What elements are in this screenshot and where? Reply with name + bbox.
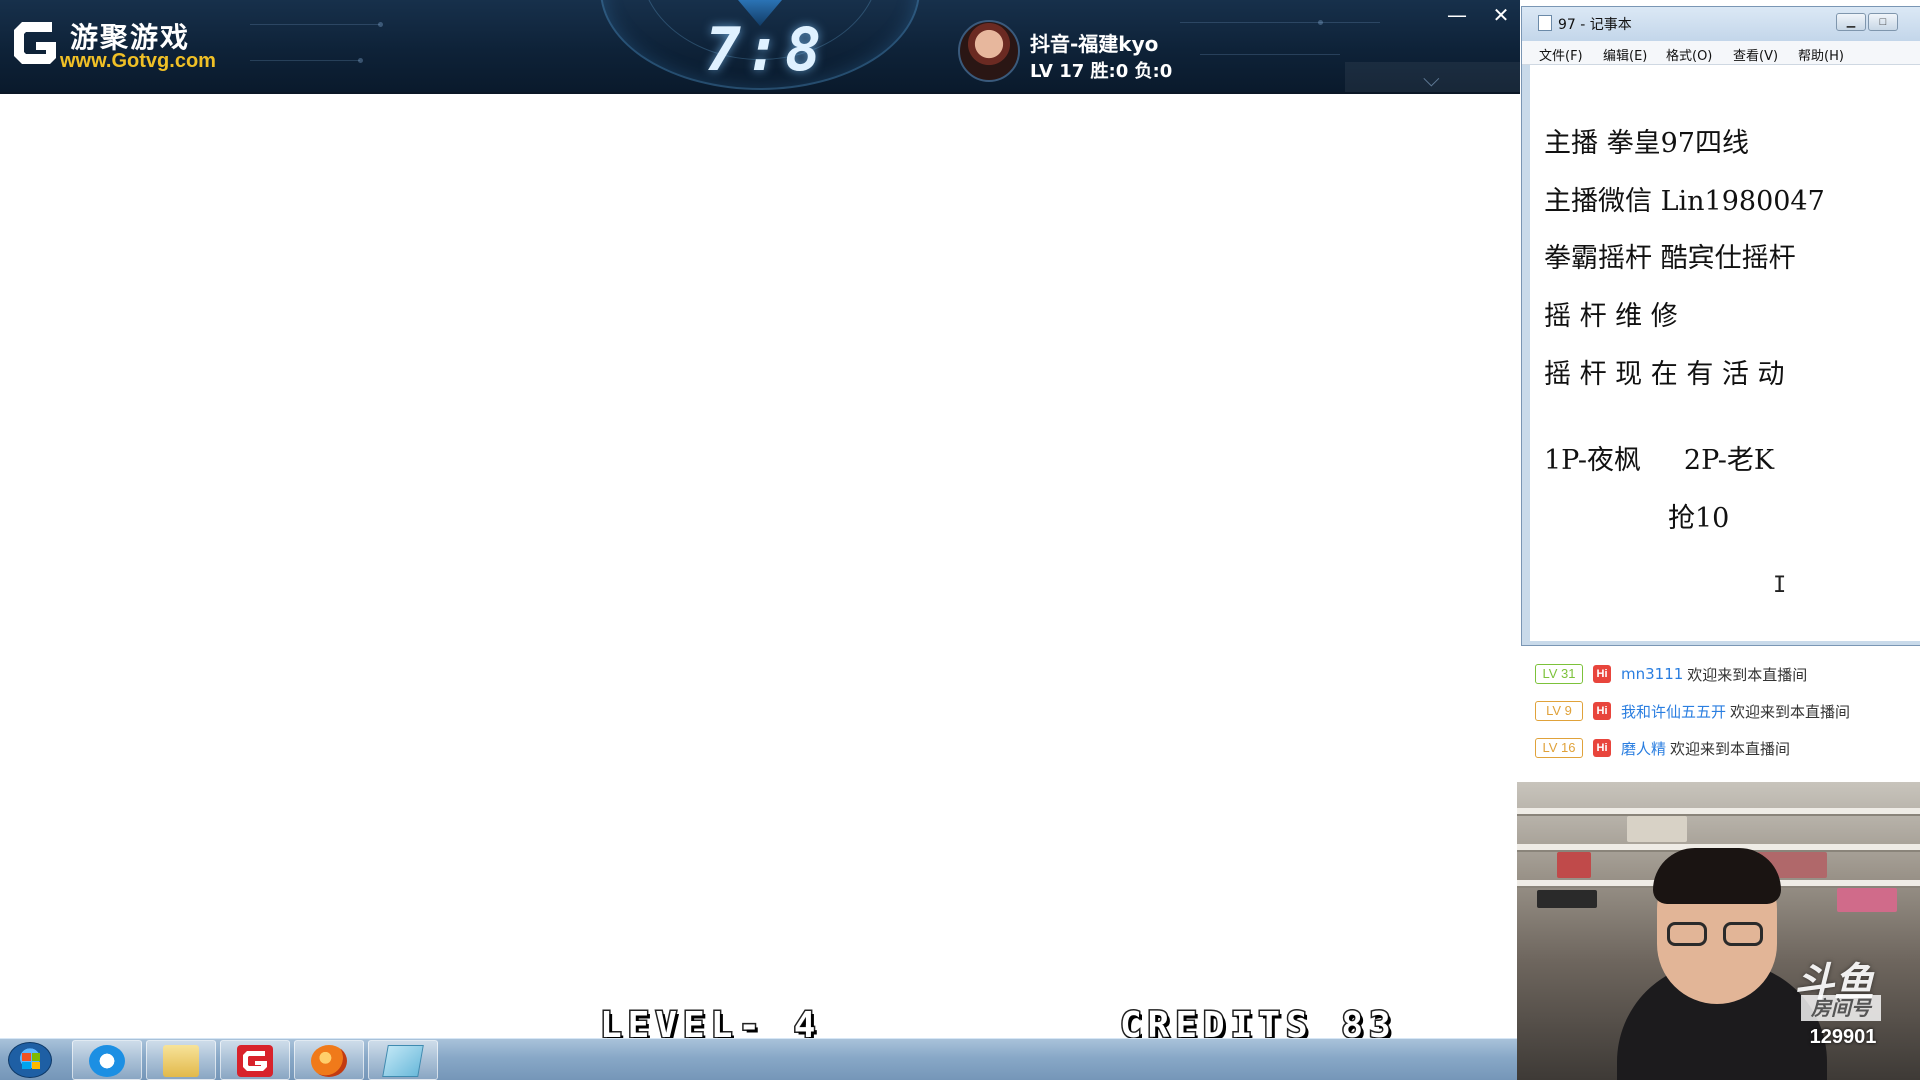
glasses <box>1667 922 1707 946</box>
logo-url: www.Gotvg.com <box>60 50 216 72</box>
circuit-dot <box>1318 20 1323 25</box>
shelf-item <box>1627 816 1687 842</box>
notepad-line: 主播 拳皇97四线 <box>1544 128 1749 159</box>
circuit-line <box>1200 54 1340 55</box>
streamer-webcam: 斗鱼 房间号 129901 <box>1517 782 1920 1080</box>
notepad-title: 97 - 记事本 <box>1558 17 1632 33</box>
shelf <box>1517 808 1920 814</box>
room-id: 129901 <box>1809 1026 1877 1048</box>
menu-help[interactable]: 帮助(H) <box>1798 45 1844 64</box>
level-badge: LV 9 <box>1535 701 1583 721</box>
taskbar-gotvg[interactable] <box>220 1040 290 1080</box>
room-label: 房间号 <box>1801 995 1881 1021</box>
notepad-maximize-button[interactable]: □ <box>1868 13 1898 31</box>
menu-view[interactable]: 查看(V) <box>1733 45 1778 64</box>
menu-edit[interactable]: 编辑(E) <box>1603 45 1647 64</box>
match-score: 7:8 <box>704 15 826 85</box>
notepad-icon <box>1538 15 1552 31</box>
level-badge: LV 16 <box>1535 738 1583 758</box>
chat-text: 欢迎来到本直播间 <box>1670 739 1791 758</box>
minimize-icon: ▁ <box>1846 16 1856 28</box>
notepad-line: 拳霸摇杆 酷宾仕摇杆 <box>1544 243 1796 274</box>
chat-panel: LV 31 Hi mn3111 欢迎来到本直播间 LV 9 Hi 我和许仙五五开… <box>1521 646 1920 782</box>
avatar[interactable] <box>958 20 1020 82</box>
game-screen[interactable] <box>0 94 1520 1038</box>
streamer-hair <box>1653 848 1781 904</box>
chat-message: LV 9 Hi 我和许仙五五开 欢迎来到本直播间 <box>1535 699 1850 723</box>
player-name: 抖音-福建kyo <box>1030 32 1159 56</box>
chat-username[interactable]: 磨人精 <box>1621 738 1666 759</box>
circuit-line <box>250 60 360 61</box>
notepad-line: 抢10 <box>1668 503 1730 534</box>
notepad-line: 摇 杆 现 在 有 活 动 <box>1544 359 1785 390</box>
start-button[interactable] <box>8 1042 52 1078</box>
circuit-line <box>1180 22 1380 23</box>
taskbar-file-explorer[interactable] <box>146 1040 216 1080</box>
notepad-text-area[interactable]: 主播 拳皇97四线 主播微信 Lin1980047 拳霸摇杆 酷宾仕摇杆 摇 杆… <box>1530 65 1920 641</box>
close-button[interactable]: ✕ <box>1486 4 1516 28</box>
chat-message: LV 16 Hi 磨人精 欢迎来到本直播间 <box>1535 736 1790 760</box>
gotvg-logo-icon <box>14 22 56 64</box>
text-cursor-icon: I <box>1773 573 1787 598</box>
media-player-icon <box>311 1045 347 1077</box>
chat-message: LV 31 Hi mn3111 欢迎来到本直播间 <box>1535 662 1807 686</box>
level-badge: LV 31 <box>1535 664 1583 684</box>
menu-file[interactable]: 文件(F) <box>1539 45 1583 64</box>
minimize-icon: — <box>1447 3 1467 27</box>
notepad-window: 97 - 记事本 ▁ □ 文件(F) 编辑(E) 格式(O) 查看(V) 帮助(… <box>1521 6 1920 646</box>
notepad-menubar: 文件(F) 编辑(E) 格式(O) 查看(V) 帮助(H) <box>1522 41 1920 65</box>
glasses <box>1723 922 1763 946</box>
shelf-item <box>1557 852 1591 878</box>
chat-username[interactable]: 我和许仙五五开 <box>1621 701 1726 722</box>
gotvg-icon <box>237 1045 273 1077</box>
gotvg-logo[interactable]: 游聚游戏 www.Gotvg.com <box>12 14 232 74</box>
game-launcher-titlebar: 游聚游戏 www.Gotvg.com 7:8 抖音-福建kyo LV 17 胜:… <box>0 0 1520 94</box>
windows-logo-icon <box>22 1053 40 1069</box>
chat-text: 欢迎来到本直播间 <box>1687 665 1808 684</box>
chat-username[interactable]: mn3111 <box>1621 665 1683 683</box>
file-explorer-icon <box>163 1045 199 1077</box>
chevron-down-icon: ⌵ <box>1423 66 1440 91</box>
taskbar-media-player[interactable] <box>294 1040 364 1080</box>
screen: 游聚游戏 www.Gotvg.com 7:8 抖音-福建kyo LV 17 胜:… <box>0 0 1920 1080</box>
circuit-dot <box>378 22 383 27</box>
minimize-button[interactable]: — <box>1442 4 1472 28</box>
notepad-titlebar[interactable]: 97 - 记事本 ▁ □ <box>1522 7 1920 41</box>
shelf-item <box>1837 888 1897 912</box>
menu-format[interactable]: 格式(O) <box>1666 45 1712 64</box>
maximize-icon: □ <box>1879 16 1887 28</box>
notepad-line: 摇 杆 维 修 <box>1544 301 1678 332</box>
notepad-line: 1P-夜枫 2P-老K <box>1544 445 1775 476</box>
hi-badge: Hi <box>1593 702 1611 720</box>
player-stats: LV 17 胜:0 负:0 <box>1030 61 1173 82</box>
dropdown-button[interactable]: ⌵ <box>1345 62 1520 92</box>
taskbar-notepad[interactable] <box>368 1040 438 1080</box>
close-icon: ✕ <box>1492 3 1510 27</box>
taskbar-browser[interactable] <box>72 1040 142 1080</box>
notepad-icon <box>382 1045 424 1077</box>
hi-badge: Hi <box>1593 665 1611 683</box>
circuit-dot <box>358 58 363 63</box>
chat-text: 欢迎来到本直播间 <box>1730 702 1851 721</box>
shelf-item <box>1537 890 1597 908</box>
hi-badge: Hi <box>1593 739 1611 757</box>
notepad-minimize-button[interactable]: ▁ <box>1836 13 1866 31</box>
notepad-line: 主播微信 Lin1980047 <box>1544 186 1825 217</box>
circuit-line <box>250 24 380 25</box>
browser-icon <box>89 1045 125 1077</box>
taskbar <box>0 1038 1520 1080</box>
